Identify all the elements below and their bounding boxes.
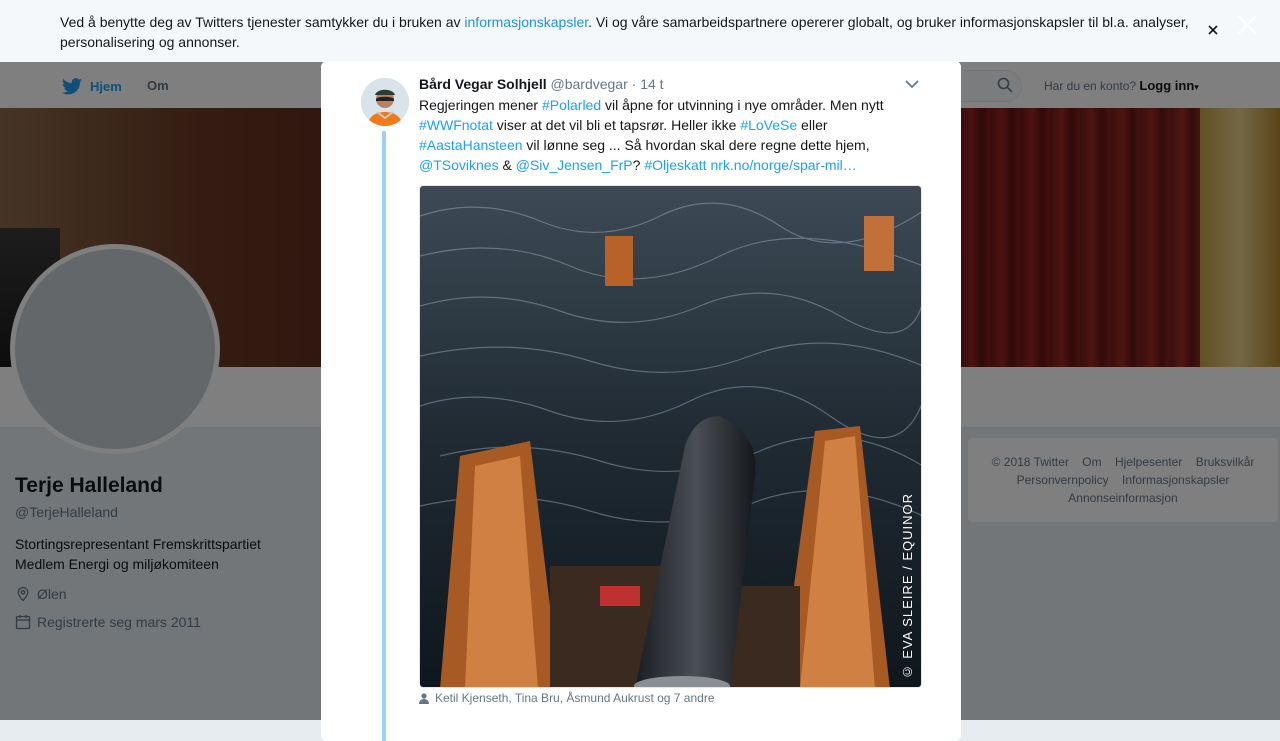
tagged-people[interactable]: Ketil Kjenseth, Tina Bru, Åsmund Aukrust… bbox=[419, 691, 715, 705]
person-photo-icon bbox=[361, 78, 409, 126]
article-url-link[interactable]: nrk.no/norge/spar-mil… bbox=[710, 157, 856, 173]
tweet-text-part: vil åpne for utvinning i nye områder. Me… bbox=[601, 97, 884, 113]
user-icon bbox=[419, 692, 429, 704]
pipeline-photo bbox=[420, 186, 921, 687]
mention-link[interactable]: @Siv_Jensen_FrP bbox=[516, 157, 633, 173]
cookie-consent-text: Ved å benytte deg av Twitters tjenester … bbox=[60, 12, 1200, 52]
cookie-info-link[interactable]: informasjonskapsler bbox=[464, 14, 588, 30]
tweet-text-part: vil lønne seg ... Så hvordan skal dere r… bbox=[522, 137, 870, 153]
photo-credit: © EVA SLEIRE / EQUINOR bbox=[900, 492, 915, 679]
tweet-timestamp[interactable]: · 14 t bbox=[632, 76, 664, 92]
tagged-people-text: Ketil Kjenseth, Tina Bru, Åsmund Aukrust… bbox=[435, 691, 715, 705]
tweet-text-part: Regjeringen mener bbox=[419, 97, 542, 113]
tweet-author-avatar[interactable] bbox=[361, 78, 409, 126]
tweet-text-part: viser at det vil bli et tapsrør. Heller … bbox=[492, 117, 741, 133]
hashtag-link[interactable]: #Oljeskatt bbox=[644, 157, 706, 173]
mention-link[interactable]: @TSoviknes bbox=[419, 157, 499, 173]
tweet-header: Bård Vegar Solhjell @bardvegar · 14 t bbox=[419, 76, 664, 92]
hashtag-link[interactable]: #WWFnotat bbox=[419, 117, 493, 133]
tweet-text-part: ? bbox=[632, 157, 645, 173]
modal-close-icon[interactable] bbox=[1235, 13, 1259, 37]
thread-connector-line bbox=[382, 131, 386, 741]
tweet-permalink-modal: Bård Vegar Solhjell @bardvegar · 14 t Re… bbox=[321, 61, 961, 741]
tweet-author-name[interactable]: Bård Vegar Solhjell bbox=[419, 76, 547, 92]
hashtag-link[interactable]: #LoVeSe bbox=[740, 117, 797, 133]
chevron-down-icon[interactable] bbox=[903, 77, 921, 91]
tweet-photo[interactable]: © EVA SLEIRE / EQUINOR bbox=[419, 185, 922, 688]
cookie-consent-banner: Ved å benytte deg av Twitters tjenester … bbox=[0, 0, 1280, 62]
tweet-text: Regjeringen mener #Polarled vil åpne for… bbox=[419, 95, 899, 175]
tweet-text-part: eller bbox=[797, 117, 828, 133]
tweet-author-handle[interactable]: @bardvegar bbox=[551, 76, 628, 92]
close-icon[interactable] bbox=[1205, 22, 1221, 38]
hashtag-link[interactable]: #Polarled bbox=[542, 97, 601, 113]
cookie-text-part: Ved å benytte deg av Twitters tjenester … bbox=[60, 14, 465, 30]
tweet-text-part: & bbox=[498, 157, 516, 173]
hashtag-link[interactable]: #AastaHansteen bbox=[419, 137, 523, 153]
